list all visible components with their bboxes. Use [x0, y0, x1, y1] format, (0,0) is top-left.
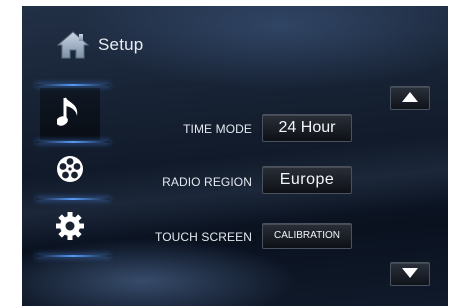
page-title: Setup: [98, 35, 144, 54]
sidebar-divider: [36, 255, 110, 257]
time-mode-label: TIME MODE: [183, 122, 252, 136]
sidebar-divider: [36, 141, 110, 143]
calibration-button[interactable]: CALIBRATION: [262, 223, 352, 249]
sidebar-item-settings[interactable]: [40, 202, 100, 254]
setup-screen: Setup TIME MODE 24 Hour RADIO REGION Eur…: [22, 6, 448, 306]
scroll-down-button[interactable]: [390, 262, 430, 286]
scroll-up-button[interactable]: [390, 86, 430, 110]
triangle-down-icon: [402, 265, 418, 283]
radio-region-label: RADIO REGION: [162, 175, 252, 189]
time-mode-button[interactable]: 24 Hour: [262, 114, 352, 142]
home-icon[interactable]: [56, 30, 90, 60]
touch-screen-label: TOUCH SCREEN: [155, 230, 252, 244]
radio-region-button[interactable]: Europe: [262, 166, 352, 194]
header: Setup: [56, 28, 143, 62]
sidebar-divider: [36, 198, 110, 200]
triangle-up-icon: [402, 89, 418, 107]
sidebar-divider: [36, 84, 110, 86]
sidebar-item-video[interactable]: [40, 145, 100, 197]
